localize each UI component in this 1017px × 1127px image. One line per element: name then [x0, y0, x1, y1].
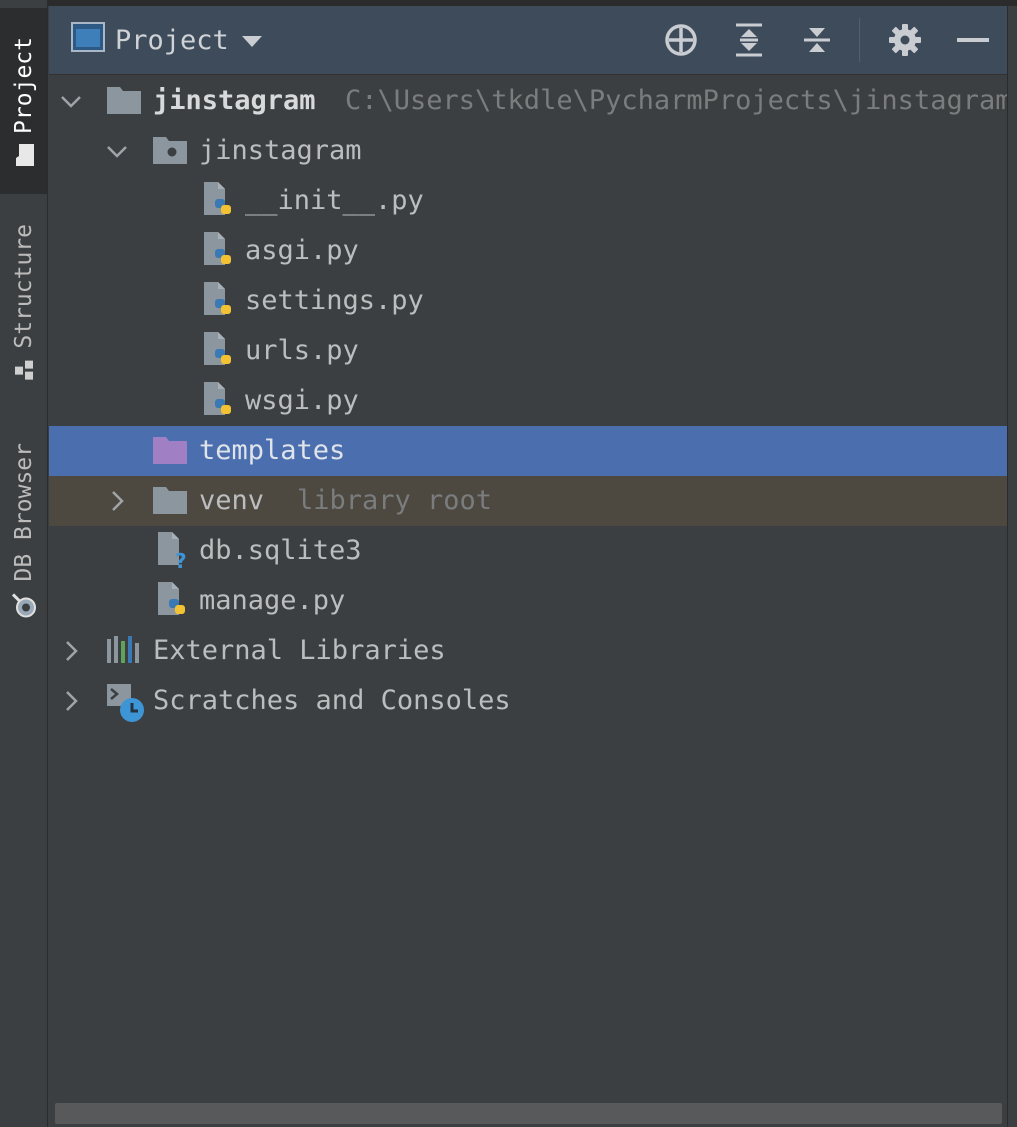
scratches-label: Scratches and Consoles	[153, 685, 511, 716]
venv-label: venv	[199, 485, 265, 516]
python-file-icon	[201, 332, 237, 367]
gear-icon[interactable]	[885, 20, 925, 60]
project-view-icon	[71, 21, 105, 59]
python-file-icon	[201, 182, 237, 217]
python-file-icon	[155, 582, 191, 617]
tab-project[interactable]: Project	[0, 8, 47, 194]
file-name: wsgi.py	[245, 385, 359, 416]
tab-project-label: Project	[10, 36, 37, 134]
tree-item-file[interactable]: __init__.py	[49, 176, 1007, 226]
external-libraries-label: External Libraries	[153, 635, 446, 666]
db-label: db.sqlite3	[199, 535, 362, 566]
tree-item-templates[interactable]: templates	[49, 426, 1007, 476]
locate-icon[interactable]	[661, 20, 701, 60]
file-name: __init__.py	[245, 185, 424, 216]
package-folder-icon	[152, 135, 188, 167]
tab-db-browser-label: DB Browser	[10, 442, 37, 582]
python-file-icon	[201, 232, 237, 267]
tree-item-manage[interactable]: manage.py	[49, 576, 1007, 626]
tab-structure-label: Structure	[10, 223, 37, 349]
tool-window-sidebar: Project Structure DB Browser	[0, 0, 48, 1127]
horizontal-scrollbar[interactable]	[55, 1103, 1002, 1124]
root-project-path: C:\Users\tkdle\PycharmProjects\jinstagra…	[345, 85, 1012, 116]
tree-item-file[interactable]: urls.py	[49, 326, 1007, 376]
minimize-icon[interactable]	[953, 20, 993, 60]
tree-item-venv[interactable]: venv library root	[49, 476, 1007, 526]
tree-item-db[interactable]: ? db.sqlite3	[49, 526, 1007, 576]
scratches-icon	[106, 684, 144, 722]
tree-item-file[interactable]: wsgi.py	[49, 376, 1007, 426]
tree-item-scratches[interactable]: Scratches and Consoles	[49, 676, 1007, 726]
chevron-right-icon[interactable]	[59, 639, 83, 663]
expand-all-icon[interactable]	[729, 20, 769, 60]
header-separator	[859, 18, 860, 62]
tree-item-file[interactable]: asgi.py	[49, 226, 1007, 276]
svg-text:?: ?	[175, 549, 187, 571]
templates-label: templates	[199, 435, 346, 466]
chevron-down-icon[interactable]	[239, 25, 265, 56]
chevron-right-icon[interactable]	[105, 489, 129, 513]
python-file-icon	[201, 282, 237, 317]
folder-icon	[106, 85, 142, 117]
tree-item-root[interactable]: jinstagram C:\Users\tkdle\PycharmProject…	[49, 76, 1011, 126]
libraries-icon	[106, 635, 142, 667]
project-tab-folder-icon	[11, 143, 37, 166]
folder-icon	[152, 485, 188, 517]
collapse-all-icon[interactable]	[797, 20, 837, 60]
chevron-right-icon[interactable]	[59, 689, 83, 713]
root-project-name: jinstagram	[153, 85, 316, 116]
templates-folder-icon	[152, 435, 188, 467]
tree-item-external-libraries[interactable]: External Libraries	[49, 626, 1007, 676]
project-view-selector[interactable]: Project	[71, 20, 265, 60]
tree-item-package[interactable]: jinstagram	[49, 126, 1007, 176]
tab-db-browser[interactable]: DB Browser	[0, 436, 47, 626]
venv-hint: library root	[297, 485, 493, 516]
file-name: urls.py	[245, 335, 359, 366]
tab-structure[interactable]: Structure	[0, 214, 47, 390]
file-name: settings.py	[245, 285, 424, 316]
project-panel-header: Project	[49, 6, 1007, 75]
project-tree: jinstagram C:\Users\tkdle\PycharmProject…	[49, 76, 1011, 1096]
db-browser-icon	[10, 591, 38, 619]
chevron-down-icon[interactable]	[105, 139, 129, 163]
tree-item-file[interactable]: settings.py	[49, 276, 1007, 326]
unknown-file-icon: ?	[155, 532, 191, 573]
file-name: asgi.py	[245, 235, 359, 266]
package-name: jinstagram	[199, 135, 362, 166]
project-view-title: Project	[115, 24, 229, 56]
manage-label: manage.py	[199, 585, 346, 616]
right-edge	[1007, 6, 1017, 1127]
structure-icon	[11, 358, 37, 380]
python-file-icon	[201, 382, 237, 417]
chevron-down-icon[interactable]	[59, 89, 83, 113]
